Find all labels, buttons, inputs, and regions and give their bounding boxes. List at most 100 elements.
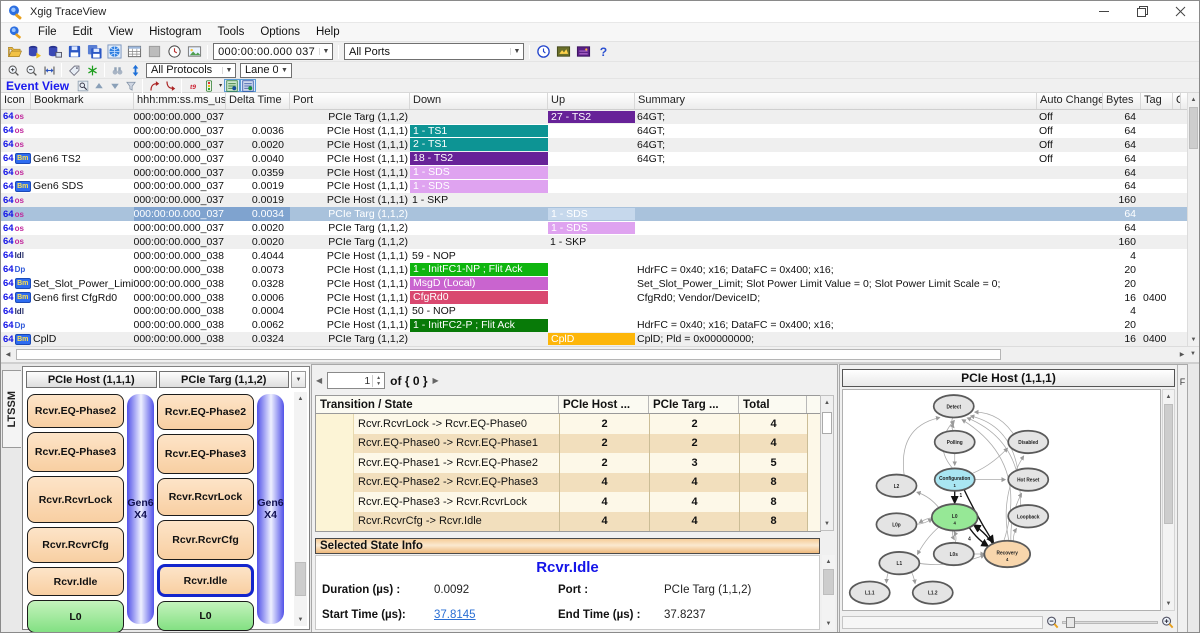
export-trace-icon[interactable]	[24, 43, 44, 61]
close-button[interactable]	[1161, 1, 1199, 22]
column-header-auto-change[interactable]: Auto Change	[1037, 93, 1103, 109]
trace-row[interactable]: 64BmGen6 TS2000:00:00.000_0370.0040PCIe …	[1, 152, 1189, 166]
state-diagram-canvas[interactable]: 134DetectPollingDisabledConfiguration1Ho…	[842, 389, 1161, 611]
menu-help[interactable]: Help	[308, 24, 348, 40]
ltssm-state-l0[interactable]: L0	[157, 601, 254, 631]
trace-row[interactable]: 64os000:00:00.000_0370.0020PCIe Targ (1,…	[1, 221, 1189, 235]
protocol-error-icon[interactable]	[573, 43, 593, 61]
transition-column-header[interactable]: PCIe Host ...	[559, 396, 649, 413]
jump-forward-icon[interactable]	[162, 79, 178, 92]
ltssm-state-rcvr-rcvrcfg[interactable]: Rcvr.RcvrCfg	[27, 527, 124, 563]
open-icon[interactable]	[4, 43, 24, 61]
slider-thumb[interactable]	[1066, 617, 1075, 628]
collapsed-panel-tab[interactable]: F	[1177, 365, 1187, 633]
column-header-qu[interactable]: Qu	[1173, 93, 1181, 109]
zoom-in-icon[interactable]	[1160, 615, 1175, 630]
page-spinner[interactable]: 1 ▲▼	[327, 372, 385, 389]
chevron-down-icon[interactable]: ▼	[319, 48, 332, 55]
export-capture-icon[interactable]	[44, 43, 64, 61]
transition-column-header[interactable]: Transition / State	[316, 396, 559, 413]
ltssm-node-l0[interactable]: L04	[932, 504, 978, 530]
lane-combobox[interactable]: Lane 0 ▼	[240, 63, 292, 78]
transition-row[interactable]: Rcvr.RcvrLock -> Rcvr.EQ-Phase0224	[316, 414, 820, 434]
column-header-bookmark[interactable]: Bookmark	[31, 93, 134, 109]
scroll-down-icon[interactable]: ▼	[822, 617, 835, 630]
jump-back-icon[interactable]	[146, 79, 162, 92]
traffic-light-icon[interactable]	[201, 79, 217, 92]
find-event-icon[interactable]	[75, 79, 91, 92]
ltssm-state-rcvr-idle[interactable]: Rcvr.Idle	[157, 564, 254, 597]
ltssm-node-config[interactable]: Configuration1	[935, 468, 975, 490]
menu-view[interactable]: View	[100, 24, 141, 40]
toggle-capture-icon[interactable]	[224, 79, 240, 92]
zoom-out-icon[interactable]	[1045, 615, 1060, 630]
ltssm-node-hotreset[interactable]: Hot Reset	[1008, 468, 1048, 490]
scroll-thumb[interactable]	[822, 412, 832, 434]
protocols-combobox[interactable]: All Protocols ▼	[146, 63, 236, 78]
save-icon[interactable]	[64, 43, 84, 61]
ltssm-state-l0[interactable]: L0	[27, 600, 124, 633]
ports-combobox[interactable]: All Ports ▼	[344, 43, 524, 60]
scroll-up-icon[interactable]: ▲	[1188, 93, 1199, 106]
column-header-tag[interactable]: Tag	[1141, 93, 1173, 109]
chevron-down-icon[interactable]: ▼	[291, 371, 306, 388]
scroll-left-icon[interactable]: ◀	[1, 347, 15, 361]
ltssm-node-recovery[interactable]: Recovery4	[984, 541, 1030, 567]
transition-column-header[interactable]	[807, 396, 820, 413]
column-header-hhh-mm-ss-ms-us[interactable]: hhh:mm:ss.ms_us	[134, 93, 226, 109]
ltssm-state-rcvr-eq-phase3[interactable]: Rcvr.EQ-Phase3	[157, 434, 254, 474]
menu-file[interactable]: File	[30, 24, 65, 40]
ltssm-node-polling[interactable]: Polling	[935, 431, 975, 453]
spinner-arrows-icon[interactable]: ▲▼	[372, 375, 384, 387]
ltssm-state-rcvr-rcvrlock[interactable]: Rcvr.RcvrLock	[157, 478, 254, 516]
diagram-vertical-scrollbar[interactable]: ▲ ▼	[1162, 389, 1175, 611]
time-combobox[interactable]: 000:00:00.000 037 ▼	[213, 43, 333, 60]
trace-horizontal-scrollbar[interactable]: ◀ ▶	[1, 346, 1189, 361]
trace-row[interactable]: 64BmGen6 SDS000:00:00.000_0370.0019PCIe …	[1, 179, 1189, 193]
start-time-link[interactable]: 37.8145	[434, 609, 476, 621]
transition-row[interactable]: Rcvr.EQ-Phase3 -> Rcvr.RcvrLock448	[316, 492, 820, 512]
column-header-icon[interactable]: Icon	[1, 93, 31, 109]
search-disabled-icon[interactable]	[108, 63, 126, 78]
trace-row[interactable]: 64os000:00:00.000_0370.0019PCIe Host (1,…	[1, 193, 1189, 207]
chevron-down-icon[interactable]: ▾	[219, 82, 222, 89]
transition-scrollbar[interactable]: ▲ ▼	[820, 395, 834, 531]
prev-page-icon[interactable]: ◀	[316, 376, 322, 385]
column-header-summary[interactable]: Summary	[635, 93, 1037, 109]
scroll-corner[interactable]: ▼	[1187, 346, 1199, 361]
scroll-thumb[interactable]	[295, 562, 306, 596]
ltssm-node-l2[interactable]: L2	[876, 475, 916, 497]
ltssm-node-l0p[interactable]: L0p	[876, 513, 916, 535]
chevron-down-icon[interactable]: ▼	[510, 48, 523, 55]
ltssm-scrollbar[interactable]: ▲ ▼	[294, 392, 307, 626]
scroll-down-icon[interactable]: ▼	[821, 517, 833, 530]
trace-row[interactable]: 64os000:00:00.000_0370.0020PCIe Targ (1,…	[1, 235, 1189, 249]
ltssm-node-l0s[interactable]: L0s	[934, 543, 974, 565]
ltssm-state-rcvr-eq-phase3[interactable]: Rcvr.EQ-Phase3	[27, 432, 124, 472]
menu-edit[interactable]: Edit	[65, 24, 101, 40]
scroll-down-icon[interactable]: ▼	[1163, 597, 1174, 610]
chevron-down-icon[interactable]: ▼	[222, 67, 235, 74]
error-nav-icon[interactable]: t9	[185, 79, 201, 92]
trace-row[interactable]: 64os000:00:00.000_0370.0359PCIe Host (1,…	[1, 166, 1189, 180]
scroll-thumb[interactable]	[1164, 404, 1173, 524]
scroll-up-icon[interactable]: ▲	[1163, 390, 1174, 403]
column-header-down[interactable]: Down	[410, 93, 548, 109]
transition-column-header[interactable]: Total	[739, 396, 807, 413]
transition-row[interactable]: Rcvr.EQ-Phase0 -> Rcvr.EQ-Phase1224	[316, 434, 820, 454]
fit-width-icon[interactable]	[40, 63, 58, 78]
minimize-button[interactable]	[1085, 1, 1123, 22]
trace-vertical-scrollbar[interactable]: ▲ ▼	[1187, 93, 1199, 346]
grid-view-icon[interactable]	[124, 43, 144, 61]
restore-button[interactable]	[1123, 1, 1161, 22]
scroll-thumb[interactable]	[1189, 107, 1198, 149]
trace-row[interactable]: 64BmCplD000:00:00.000_0380.0324PCIe Targ…	[1, 332, 1189, 346]
filter-icon[interactable]	[123, 79, 139, 92]
ltssm-node-l1[interactable]: L1	[879, 552, 919, 574]
scroll-down-icon[interactable]: ▼	[294, 613, 307, 626]
transition-row[interactable]: Rcvr.EQ-Phase1 -> Rcvr.EQ-Phase2235	[316, 453, 820, 473]
trace-row[interactable]: 64os000:00:00.000_0370.0020PCIe Host (1,…	[1, 138, 1189, 152]
trace-row[interactable]: 64Idl000:00:00.000_0380.0004PCIe Host (1…	[1, 304, 1189, 318]
state-info-scrollbar[interactable]: ▲ ▼	[822, 555, 835, 630]
trace-row[interactable]: 64os000:00:00.000_037PCIe Targ (1,1,2)27…	[1, 110, 1189, 124]
